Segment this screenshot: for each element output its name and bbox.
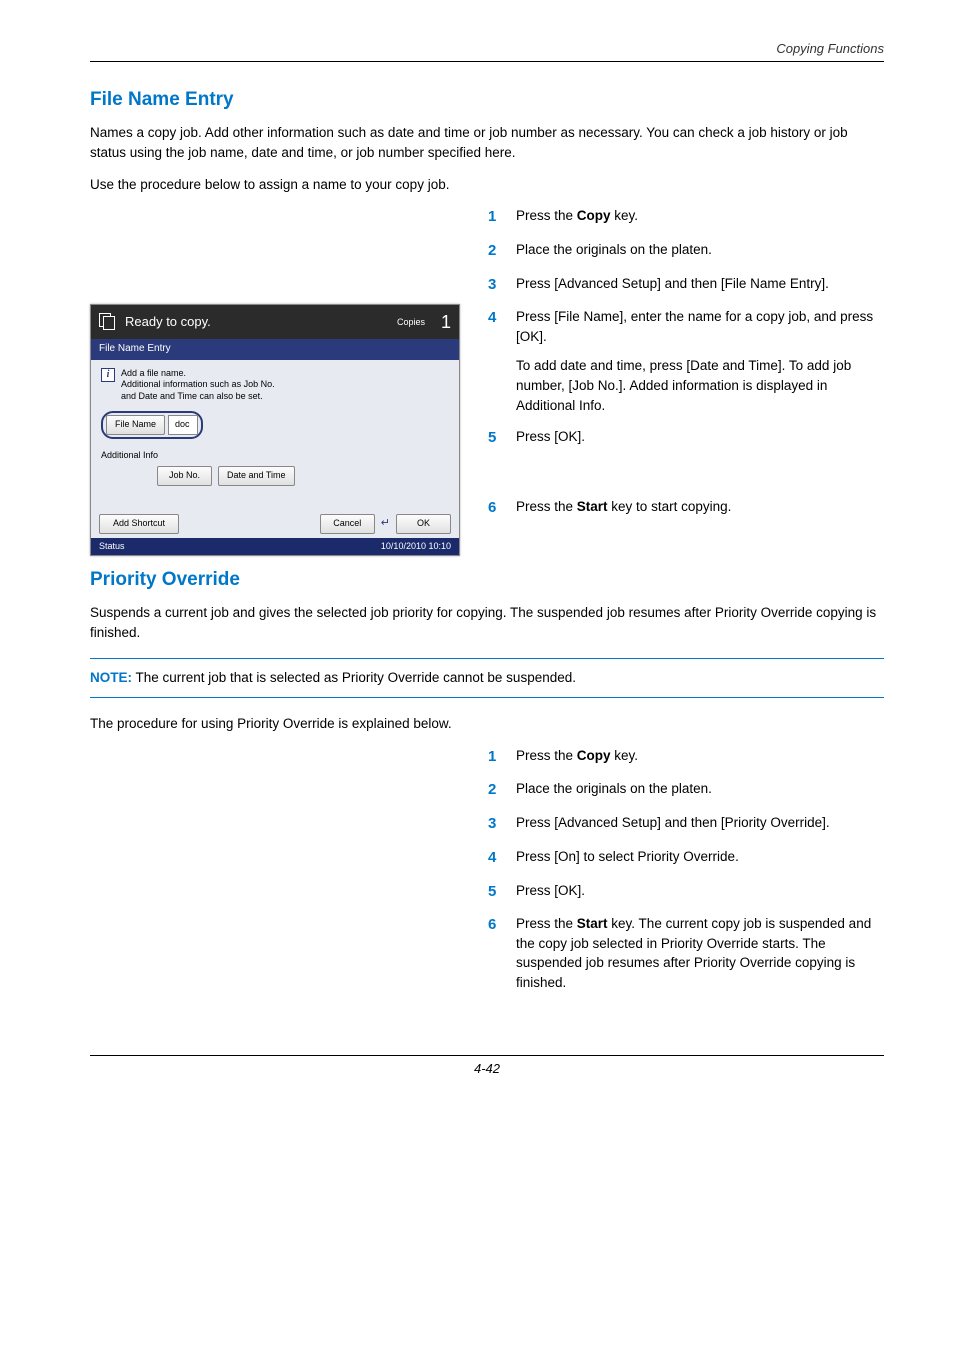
device-panel-container: Ready to copy. Copies 1 File Name Entry … xyxy=(90,206,460,556)
po-intro: Suspends a current job and gives the sel… xyxy=(90,603,884,642)
step-num: 3 xyxy=(488,813,504,835)
panel-body: i Add a file name. Additional informatio… xyxy=(91,360,459,510)
additional-info-label: Additional Info xyxy=(101,449,449,462)
panel-bottom-bar: Add Shortcut Cancel ↵ OK xyxy=(91,510,459,538)
cancel-button[interactable]: Cancel xyxy=(320,514,375,534)
device-panel: Ready to copy. Copies 1 File Name Entry … xyxy=(90,304,460,556)
step-num: 1 xyxy=(488,746,504,768)
step-text: Place the originals on the platen. xyxy=(516,779,884,801)
page-header: Copying Functions xyxy=(90,40,884,62)
step-num: 2 xyxy=(488,779,504,801)
step-text: Press [File Name], enter the name for a … xyxy=(516,307,884,415)
page-footer: 4-42 xyxy=(90,1055,884,1079)
step-text: Press the Start key to start copying. xyxy=(516,497,884,519)
info-line2: Additional information such as Job No. xyxy=(121,379,275,389)
file-name-button[interactable]: File Name xyxy=(106,415,165,435)
copy-icon xyxy=(99,313,117,331)
step-num: 6 xyxy=(488,914,504,992)
note-text: The current job that is selected as Prio… xyxy=(132,670,576,685)
step-num: 4 xyxy=(488,307,504,415)
section-title-file-name: File Name Entry xyxy=(90,86,884,114)
step-text: Press [OK]. xyxy=(516,881,884,903)
step-num: 1 xyxy=(488,206,504,228)
po-steps: 1 Press the Copy key. 2 Place the origin… xyxy=(488,746,884,1005)
step-num: 5 xyxy=(488,881,504,903)
info-text: Add a file name. Additional information … xyxy=(121,368,275,403)
step-text: Place the originals on the platen. xyxy=(516,240,884,262)
step-text: Press [Advanced Setup] and then [Priorit… xyxy=(516,813,884,835)
step-text: Press the Start key. The current copy jo… xyxy=(516,914,884,992)
copies-label: Copies xyxy=(397,316,425,329)
step-text: Press [Advanced Setup] and then [File Na… xyxy=(516,274,884,296)
section-title-priority: Priority Override xyxy=(90,566,884,594)
step-text: Press the Copy key. xyxy=(516,746,884,768)
panel-ready-text: Ready to copy. xyxy=(125,313,389,332)
po-left-empty xyxy=(90,746,460,1005)
step-num: 3 xyxy=(488,274,504,296)
step-text: Press [On] to select Priority Override. xyxy=(516,847,884,869)
status-label: Status xyxy=(99,540,125,553)
step-num: 6 xyxy=(488,497,504,519)
fne-steps: 1 Press the Copy key. 2 Place the origin… xyxy=(488,206,884,556)
note-block: NOTE: The current job that is selected a… xyxy=(90,658,884,698)
panel-titlebar: Ready to copy. Copies 1 xyxy=(91,305,459,339)
note-label: NOTE: xyxy=(90,670,132,685)
step-num: 2 xyxy=(488,240,504,262)
step-text: Press [OK]. xyxy=(516,427,884,449)
panel-status-bar: Status 10/10/2010 10:10 xyxy=(91,538,459,555)
ok-button[interactable]: OK xyxy=(396,514,451,534)
step-subtext: To add date and time, press [Date and Ti… xyxy=(516,356,884,415)
info-line1: Add a file name. xyxy=(121,368,186,378)
status-timestamp: 10/10/2010 10:10 xyxy=(381,540,451,553)
filename-highlight: File Name doc xyxy=(101,411,203,439)
job-no-button[interactable]: Job No. xyxy=(157,466,212,486)
step-num: 5 xyxy=(488,427,504,449)
info-icon: i xyxy=(101,368,115,382)
po-intro2: The procedure for using Priority Overrid… xyxy=(90,714,884,734)
fne-intro-2: Use the procedure below to assign a name… xyxy=(90,175,884,195)
panel-subhead: File Name Entry xyxy=(91,339,459,360)
add-shortcut-button[interactable]: Add Shortcut xyxy=(99,514,179,534)
step-text: Press the Copy key. xyxy=(516,206,884,228)
date-time-button[interactable]: Date and Time xyxy=(218,466,295,486)
step-num: 4 xyxy=(488,847,504,869)
info-line3: and Date and Time can also be set. xyxy=(121,391,263,401)
enter-icon: ↵ xyxy=(381,516,390,532)
copies-count: 1 xyxy=(433,309,451,335)
doc-label-box: doc xyxy=(168,415,198,435)
fne-intro-1: Names a copy job. Add other information … xyxy=(90,123,884,162)
